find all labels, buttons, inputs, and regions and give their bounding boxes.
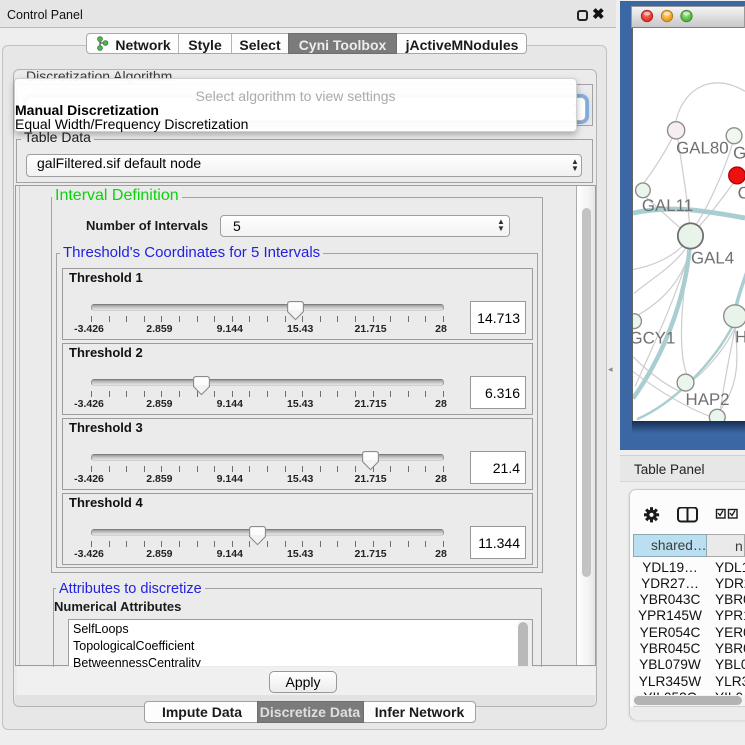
svg-text:H: H <box>735 328 745 347</box>
svg-text:GAL4: GAL4 <box>691 249 734 268</box>
svg-text:HAP2: HAP2 <box>686 390 730 409</box>
svg-text:C: C <box>738 184 745 203</box>
svg-text:GAL80: GAL80 <box>676 139 728 158</box>
svg-text:GCY1: GCY1 <box>632 329 675 348</box>
svg-text:GAL11: GAL11 <box>642 196 693 215</box>
svg-text:G: G <box>733 144 745 163</box>
